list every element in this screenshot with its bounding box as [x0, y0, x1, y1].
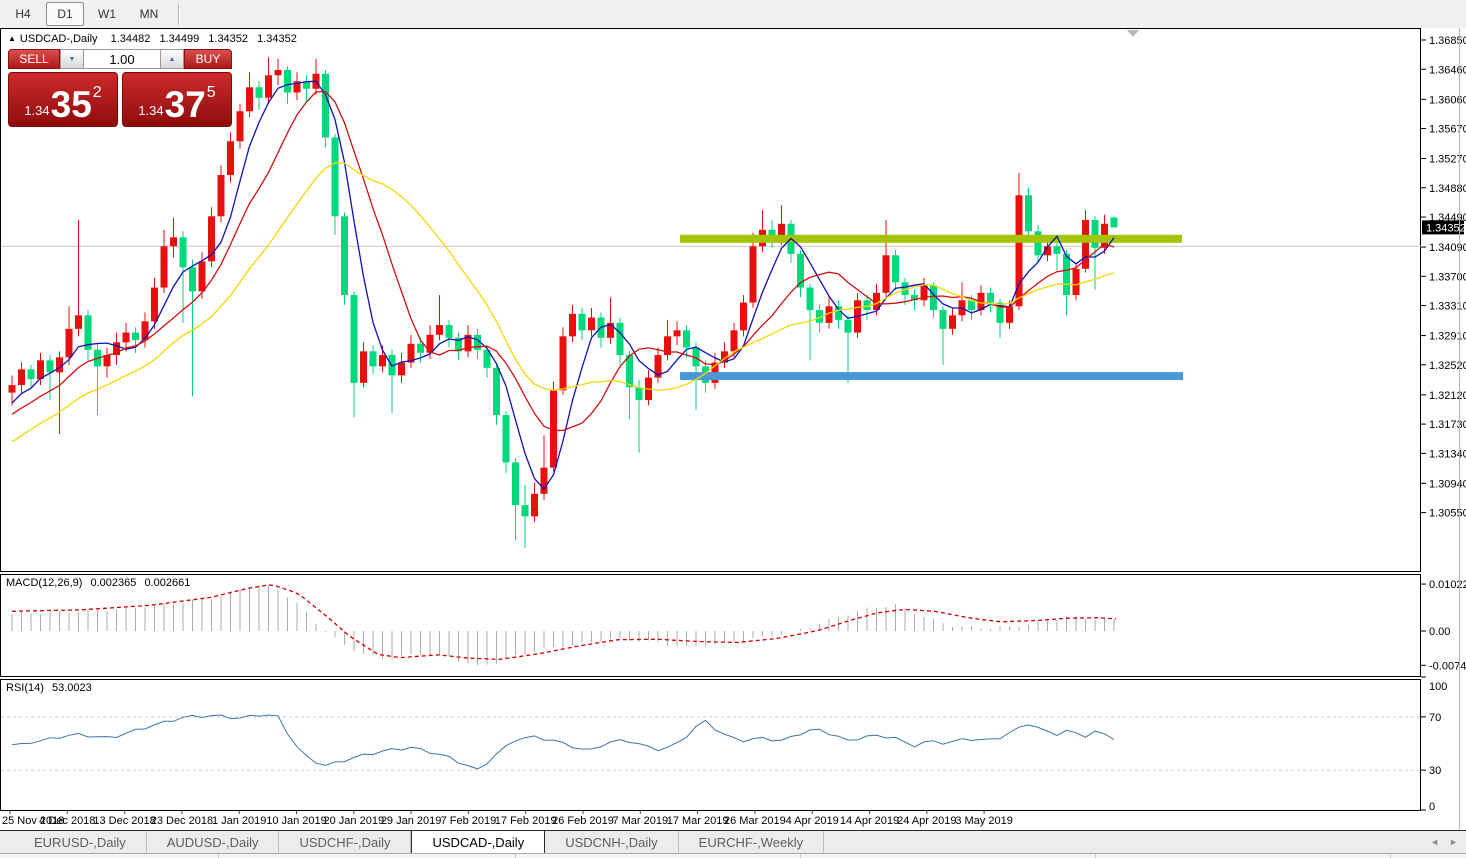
svg-text:4 Apr 2019: 4 Apr 2019 [786, 815, 839, 827]
chart-tab-bar: EURUSD-,Daily AUDUSD-,Daily USDCHF-,Dail… [0, 830, 1466, 853]
timeframe-d1-button[interactable]: D1 [46, 2, 84, 26]
svg-text:14 Apr 2019: 14 Apr 2019 [840, 815, 899, 827]
timeframe-toolbar: H4 D1 W1 MN [0, 0, 1466, 28]
svg-text:1.35270: 1.35270 [1429, 154, 1466, 166]
trading-terminal: H4 D1 W1 MN 1.36850 1.36460 1.36060 1.35670… [0, 0, 1466, 858]
svg-text:100: 100 [1429, 681, 1447, 693]
volume-increase-button[interactable]: ▲ [160, 49, 184, 69]
tab-scroll-right-icon[interactable]: ► [1449, 837, 1458, 847]
macd-name: MACD(12,26,9) [6, 577, 82, 589]
status-strip [0, 853, 1466, 858]
tab-eurchf[interactable]: EURCHF-,Weekly [679, 831, 825, 853]
svg-text:7 Feb 2019: 7 Feb 2019 [441, 815, 497, 827]
svg-text:-0.007477: -0.007477 [1429, 660, 1466, 672]
tab-scroll-left-icon[interactable]: ◄ [1430, 837, 1439, 847]
rsi-label: RSI(14) 53.0023 [6, 682, 97, 694]
svg-text:0.010229: 0.010229 [1429, 579, 1466, 591]
timeframe-h4-button[interactable]: H4 [4, 2, 42, 26]
buy-price-button[interactable]: 1.34 37 5 [122, 72, 232, 127]
collapse-panel-icon[interactable]: ▲ [8, 34, 16, 43]
svg-text:17 Feb 2019: 17 Feb 2019 [495, 815, 557, 827]
volume-decrease-button[interactable]: ▼ [60, 49, 84, 69]
svg-text:20 Jan 2019: 20 Jan 2019 [324, 815, 385, 827]
svg-text:1.33700: 1.33700 [1429, 271, 1466, 283]
tab-audusd[interactable]: AUDUSD-,Daily [147, 831, 280, 853]
svg-text:1 Jan 2019: 1 Jan 2019 [212, 815, 266, 827]
svg-text:1.36850: 1.36850 [1429, 35, 1466, 47]
rsi-value: 53.0023 [52, 682, 92, 694]
svg-text:30: 30 [1429, 765, 1441, 777]
sell-button[interactable]: SELL [8, 49, 60, 69]
macd-value-1: 0.002365 [90, 577, 136, 589]
svg-text:1.32120: 1.32120 [1429, 390, 1466, 402]
svg-text:1.34880: 1.34880 [1429, 183, 1466, 195]
volume-input[interactable] [84, 49, 160, 69]
svg-text:3 May 2019: 3 May 2019 [955, 815, 1012, 827]
buy-price-pipette: 5 [207, 84, 216, 102]
svg-text:29 Jan 2019: 29 Jan 2019 [381, 815, 442, 827]
quote-close: 1.34352 [257, 33, 297, 45]
svg-text:23 Dec 2018: 23 Dec 2018 [151, 815, 213, 827]
one-click-trade-panel: SELL ▼ ▲ BUY 1.34 35 2 1.34 37 5 [8, 49, 232, 127]
sell-price-big: 35 [51, 87, 92, 122]
svg-text:1.32520: 1.32520 [1429, 360, 1466, 372]
sell-price-pipette: 2 [93, 84, 102, 102]
chart-header: ▲ USDCAD-,Daily 1.34482 1.34499 1.34352 1… [8, 33, 303, 45]
window-right-border [1459, 28, 1460, 852]
svg-text:24 Apr 2019: 24 Apr 2019 [897, 815, 956, 827]
svg-text:1.36060: 1.36060 [1429, 94, 1466, 106]
svg-text:0.00: 0.00 [1429, 626, 1450, 638]
svg-text:7 Mar 2019: 7 Mar 2019 [612, 815, 668, 827]
svg-text:13 Dec 2018: 13 Dec 2018 [93, 815, 155, 827]
buy-price-big: 37 [165, 87, 206, 122]
svg-text:1.30940: 1.30940 [1429, 478, 1466, 490]
svg-text:0: 0 [1429, 801, 1435, 813]
rsi-name: RSI(14) [6, 682, 44, 694]
tab-usdcad[interactable]: USDCAD-,Daily [411, 830, 545, 854]
quote-open: 1.34482 [111, 33, 151, 45]
timeframe-w1-button[interactable]: W1 [88, 2, 126, 26]
sell-price-prefix: 1.34 [24, 103, 49, 118]
quote-high: 1.34499 [159, 33, 199, 45]
buy-button[interactable]: BUY [184, 49, 232, 69]
svg-text:17 Mar 2019: 17 Mar 2019 [667, 815, 729, 827]
svg-text:1.30550: 1.30550 [1429, 508, 1466, 520]
svg-text:70: 70 [1429, 712, 1441, 724]
quote-low: 1.34352 [208, 33, 248, 45]
tab-usdcnh[interactable]: USDCNH-,Daily [545, 831, 678, 853]
svg-text:1.31340: 1.31340 [1429, 448, 1466, 460]
svg-text:1.33310: 1.33310 [1429, 301, 1466, 313]
svg-text:1.35670: 1.35670 [1429, 124, 1466, 136]
timeframe-mn-button[interactable]: MN [130, 2, 168, 26]
tab-eurusd[interactable]: EURUSD-,Daily [14, 831, 147, 853]
toolbar-separator [178, 3, 180, 25]
svg-text:26 Mar 2019: 26 Mar 2019 [724, 815, 786, 827]
svg-text:1.32910: 1.32910 [1429, 331, 1466, 343]
symbol-title: USDCAD-,Daily [20, 33, 98, 45]
svg-text:4 Dec 2018: 4 Dec 2018 [39, 815, 95, 827]
sell-price-button[interactable]: 1.34 35 2 [8, 72, 118, 127]
chart-canvas[interactable]: 1.36850 1.36460 1.36060 1.35670 1.35270 1.348… [0, 0, 1466, 858]
svg-text:10 Jan 2019: 10 Jan 2019 [266, 815, 327, 827]
svg-text:1.36460: 1.36460 [1429, 64, 1466, 76]
macd-value-2: 0.002661 [144, 577, 190, 589]
macd-label: MACD(12,26,9) 0.002365 0.002661 [6, 577, 195, 589]
svg-text:1.34090: 1.34090 [1429, 242, 1466, 254]
buy-price-prefix: 1.34 [138, 103, 163, 118]
svg-text:1.31730: 1.31730 [1429, 419, 1466, 431]
svg-text:26 Feb 2019: 26 Feb 2019 [552, 815, 614, 827]
tab-usdchf[interactable]: USDCHF-,Daily [279, 831, 411, 853]
